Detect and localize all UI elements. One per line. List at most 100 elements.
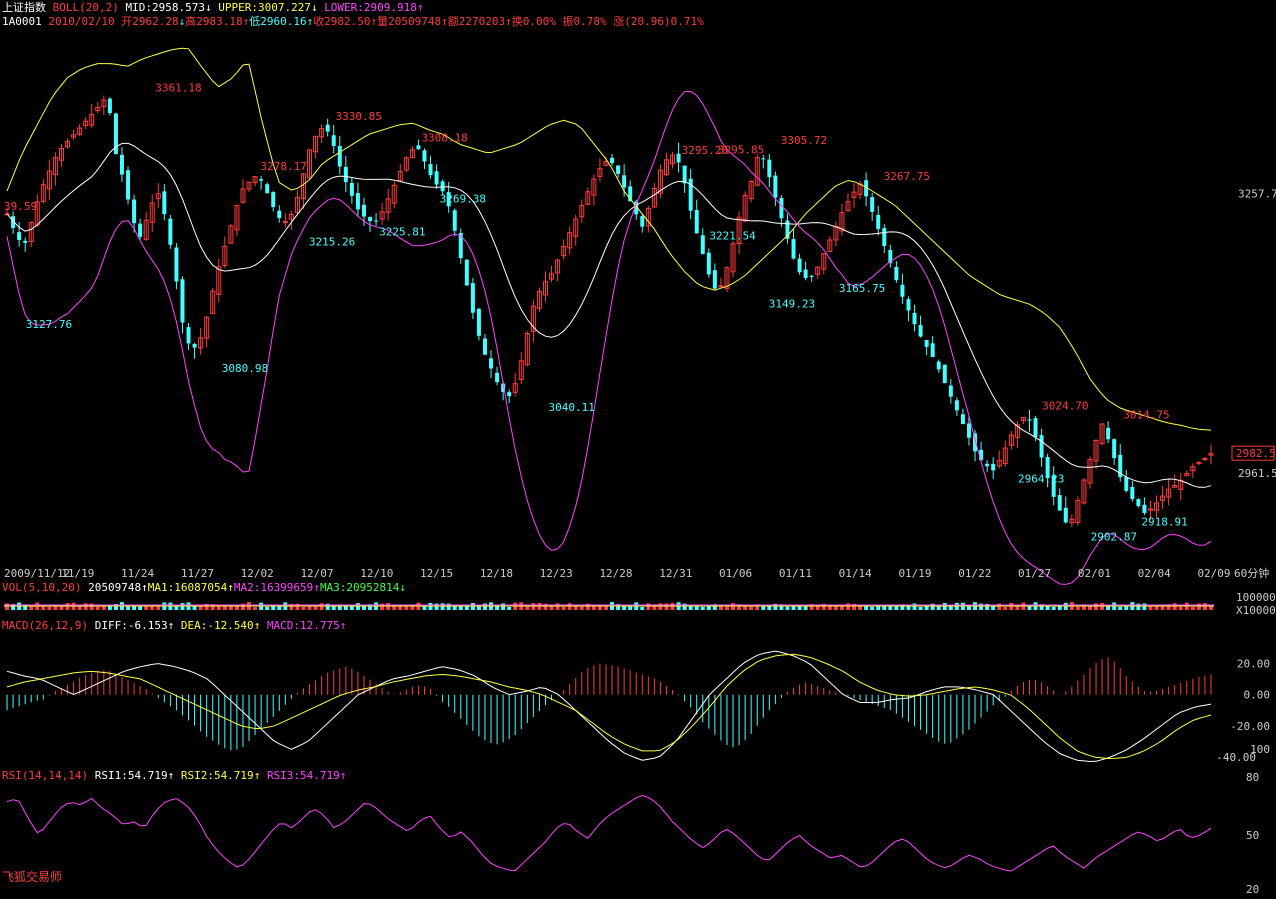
rsi-tick: 80 xyxy=(1246,771,1259,784)
volume-bar xyxy=(313,606,318,610)
volume-bar xyxy=(1190,606,1195,610)
x-tick: 12/02 xyxy=(241,567,274,580)
price-annotation-low: 3165.75 xyxy=(839,282,885,295)
candle-body-down xyxy=(700,235,705,254)
volume-bar xyxy=(150,606,155,610)
candle-body-up xyxy=(1196,461,1202,464)
x-tick: 01/14 xyxy=(839,567,872,580)
macd-panel[interactable] xyxy=(6,650,1212,763)
volume-bar xyxy=(156,606,161,610)
x-tick: 11/27 xyxy=(181,567,214,580)
candle-body-down xyxy=(476,308,481,336)
candle-body-down xyxy=(277,210,282,218)
candle-body-down xyxy=(1063,507,1068,523)
candle-body-down xyxy=(162,191,167,215)
candle-body-down xyxy=(610,157,615,164)
price-annotation-low: 3040.11 xyxy=(549,401,595,414)
candle-body-down xyxy=(337,146,342,167)
candle-body-down xyxy=(640,216,645,227)
candle-body-down xyxy=(368,217,373,222)
candle-body-down xyxy=(616,165,621,174)
volume-bar xyxy=(495,606,500,610)
x-tick: 12/07 xyxy=(300,567,333,580)
price-annotation-low: 3127.76 xyxy=(26,318,72,331)
candle-body-down xyxy=(803,269,808,279)
volume-bar xyxy=(29,606,34,610)
candle-body-down xyxy=(761,158,766,160)
volume-bar xyxy=(47,606,52,610)
price-annotation-high: 3267.75 xyxy=(884,170,930,183)
candle-body-down xyxy=(894,266,899,281)
volume-bar xyxy=(234,605,239,610)
x-tick: 12/10 xyxy=(360,567,393,580)
volume-bar xyxy=(912,603,917,610)
price-annotation-low: 2902.87 xyxy=(1091,530,1137,543)
rsi-tick: 20 xyxy=(1246,883,1259,896)
volume-bar xyxy=(1160,605,1165,610)
price-annotation-high: 3305.72 xyxy=(781,134,827,147)
volume-bar xyxy=(791,606,796,610)
candle-body-down xyxy=(271,192,276,207)
volume-panel[interactable] xyxy=(4,602,1214,610)
candle-body-down xyxy=(876,214,881,229)
volume-bar xyxy=(319,603,324,610)
x-tick: 01/06 xyxy=(719,567,752,580)
volume-bar xyxy=(839,606,844,610)
candle-body-down xyxy=(422,150,427,162)
candle-body-down xyxy=(168,218,173,245)
volume-bar xyxy=(1003,606,1008,610)
volume-bar xyxy=(597,606,602,610)
price-annotation-low: 3269.38 xyxy=(440,193,486,206)
candle-body-down xyxy=(676,153,681,163)
candle-body-down xyxy=(912,312,917,325)
price-annotation-high: 3014.75 xyxy=(1123,409,1169,422)
x-tick: 02/01 xyxy=(1078,567,1111,580)
stock-chart[interactable]: 39.59 3127.76 3361.18 3080.98 3278.17 3215.26… xyxy=(0,0,1276,899)
volume-bar xyxy=(1106,606,1111,610)
price-annotation-low: 3080.98 xyxy=(222,362,268,375)
volume-tick: X10000 xyxy=(1236,604,1276,617)
candle-body-down xyxy=(349,182,354,196)
rsi-panel[interactable] xyxy=(6,794,1212,872)
volume-bar xyxy=(126,606,131,610)
rsi-line xyxy=(6,794,1212,872)
volume-bar xyxy=(1142,603,1147,610)
x-tick: 01/19 xyxy=(898,567,931,580)
price-annotation-low: 3149.23 xyxy=(769,298,815,311)
candle-body-down xyxy=(954,400,959,411)
candle-body-down xyxy=(495,372,500,383)
x-tick: 01/22 xyxy=(958,567,991,580)
candle-body-down xyxy=(17,232,22,240)
macd-tick: 100 xyxy=(1250,743,1270,756)
candle-body-down xyxy=(1033,418,1038,438)
volume-bar xyxy=(991,606,996,610)
volume-bar xyxy=(1051,606,1056,610)
volume-bar xyxy=(452,606,457,610)
candle-body-down xyxy=(132,199,137,224)
candle-body-down xyxy=(23,240,28,243)
x-tick: 12/18 xyxy=(480,567,513,580)
candle-body-down xyxy=(331,135,336,147)
candle-body-down xyxy=(706,252,711,275)
price-annotation-high: 3330.85 xyxy=(336,110,382,123)
candle-body-down xyxy=(428,164,433,176)
volume-bar xyxy=(664,603,669,610)
candle-body-down xyxy=(924,340,929,347)
volume-bar xyxy=(749,606,754,610)
volume-bar xyxy=(440,603,445,610)
x-tick: 12/23 xyxy=(540,567,573,580)
candle-body-down xyxy=(1130,486,1135,499)
volume-bar xyxy=(894,606,899,610)
volume-bar xyxy=(331,606,336,610)
candle-body-down xyxy=(694,210,699,234)
price-tick: 3257.7 xyxy=(1238,187,1276,200)
candle-body-down xyxy=(434,171,439,185)
x-tick: 11/24 xyxy=(121,567,154,580)
candle-body-down xyxy=(622,175,627,188)
axis-labels: 3257.72961.52982.52009/11/1211/19 11/24 11… xyxy=(4,187,1276,896)
volume-bar xyxy=(89,603,94,610)
volume-bar xyxy=(658,603,663,610)
price-annotation-high: 3361.18 xyxy=(155,82,201,95)
price-panel[interactable]: 39.59 3127.76 3361.18 3080.98 3278.17 3215.26… xyxy=(4,47,1214,585)
volume-bar xyxy=(555,603,560,610)
